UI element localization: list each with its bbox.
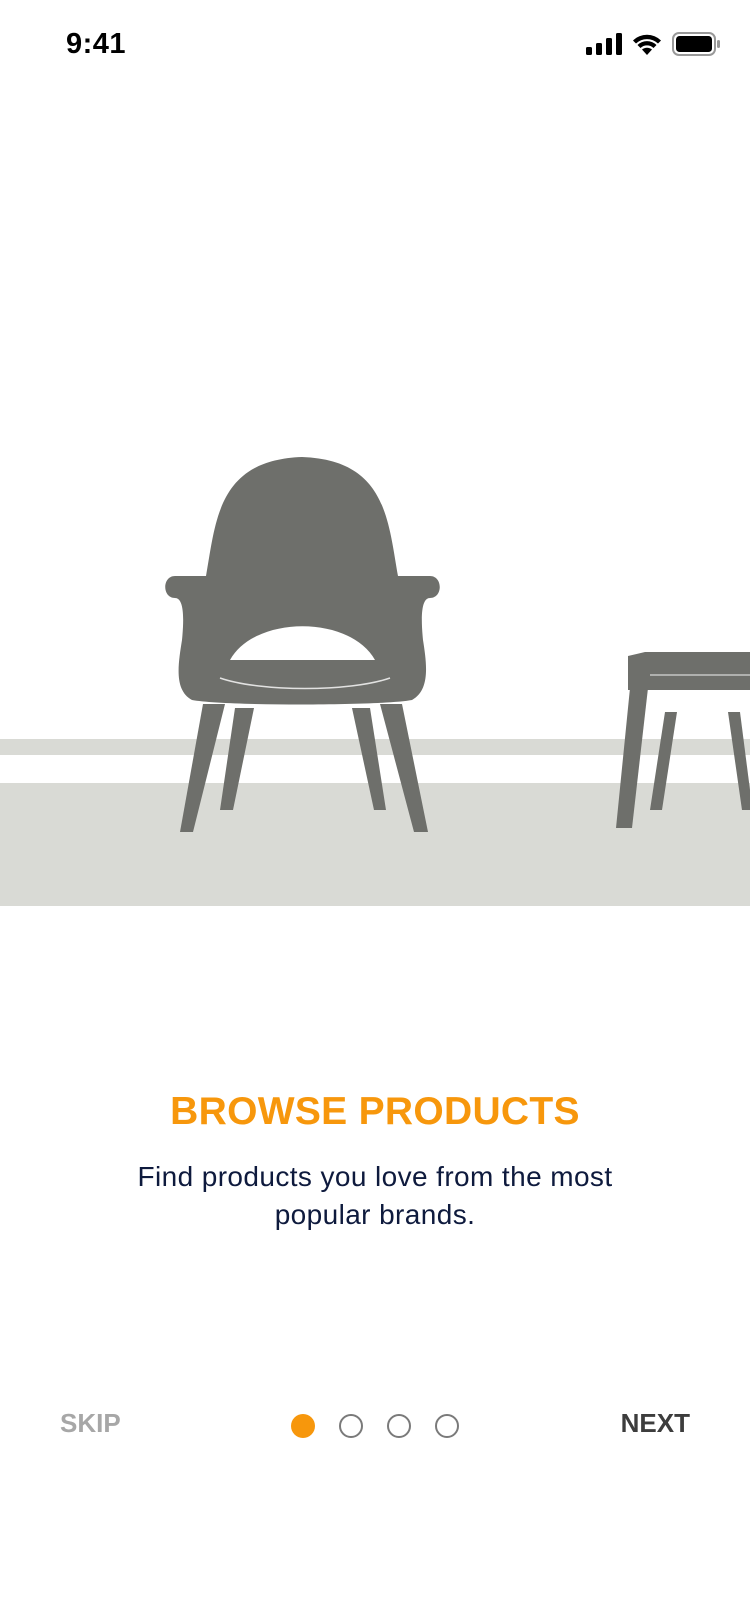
table-apron (628, 670, 750, 690)
chair-body (165, 457, 440, 705)
skip-button[interactable]: SKIP (60, 1408, 121, 1439)
status-bar: 9:41 (0, 0, 750, 94)
onboarding-description: Find products you love from the most pop… (137, 1161, 613, 1230)
battery-icon (672, 32, 720, 56)
chair-and-side-table-icon (0, 457, 750, 906)
page-dot-2[interactable] (339, 1414, 363, 1438)
status-time: 9:41 (66, 28, 127, 60)
wifi-icon (633, 34, 661, 55)
status-icons (586, 32, 720, 56)
page-dot-3[interactable] (387, 1414, 411, 1438)
next-button[interactable]: NEXT (621, 1408, 690, 1439)
page-dot-1[interactable] (291, 1414, 315, 1438)
page-dot-4[interactable] (435, 1414, 459, 1438)
signal-icon (586, 33, 622, 55)
onboarding-title: BROWSE PRODUCTS (170, 1090, 580, 1133)
page-indicator (291, 1414, 459, 1438)
